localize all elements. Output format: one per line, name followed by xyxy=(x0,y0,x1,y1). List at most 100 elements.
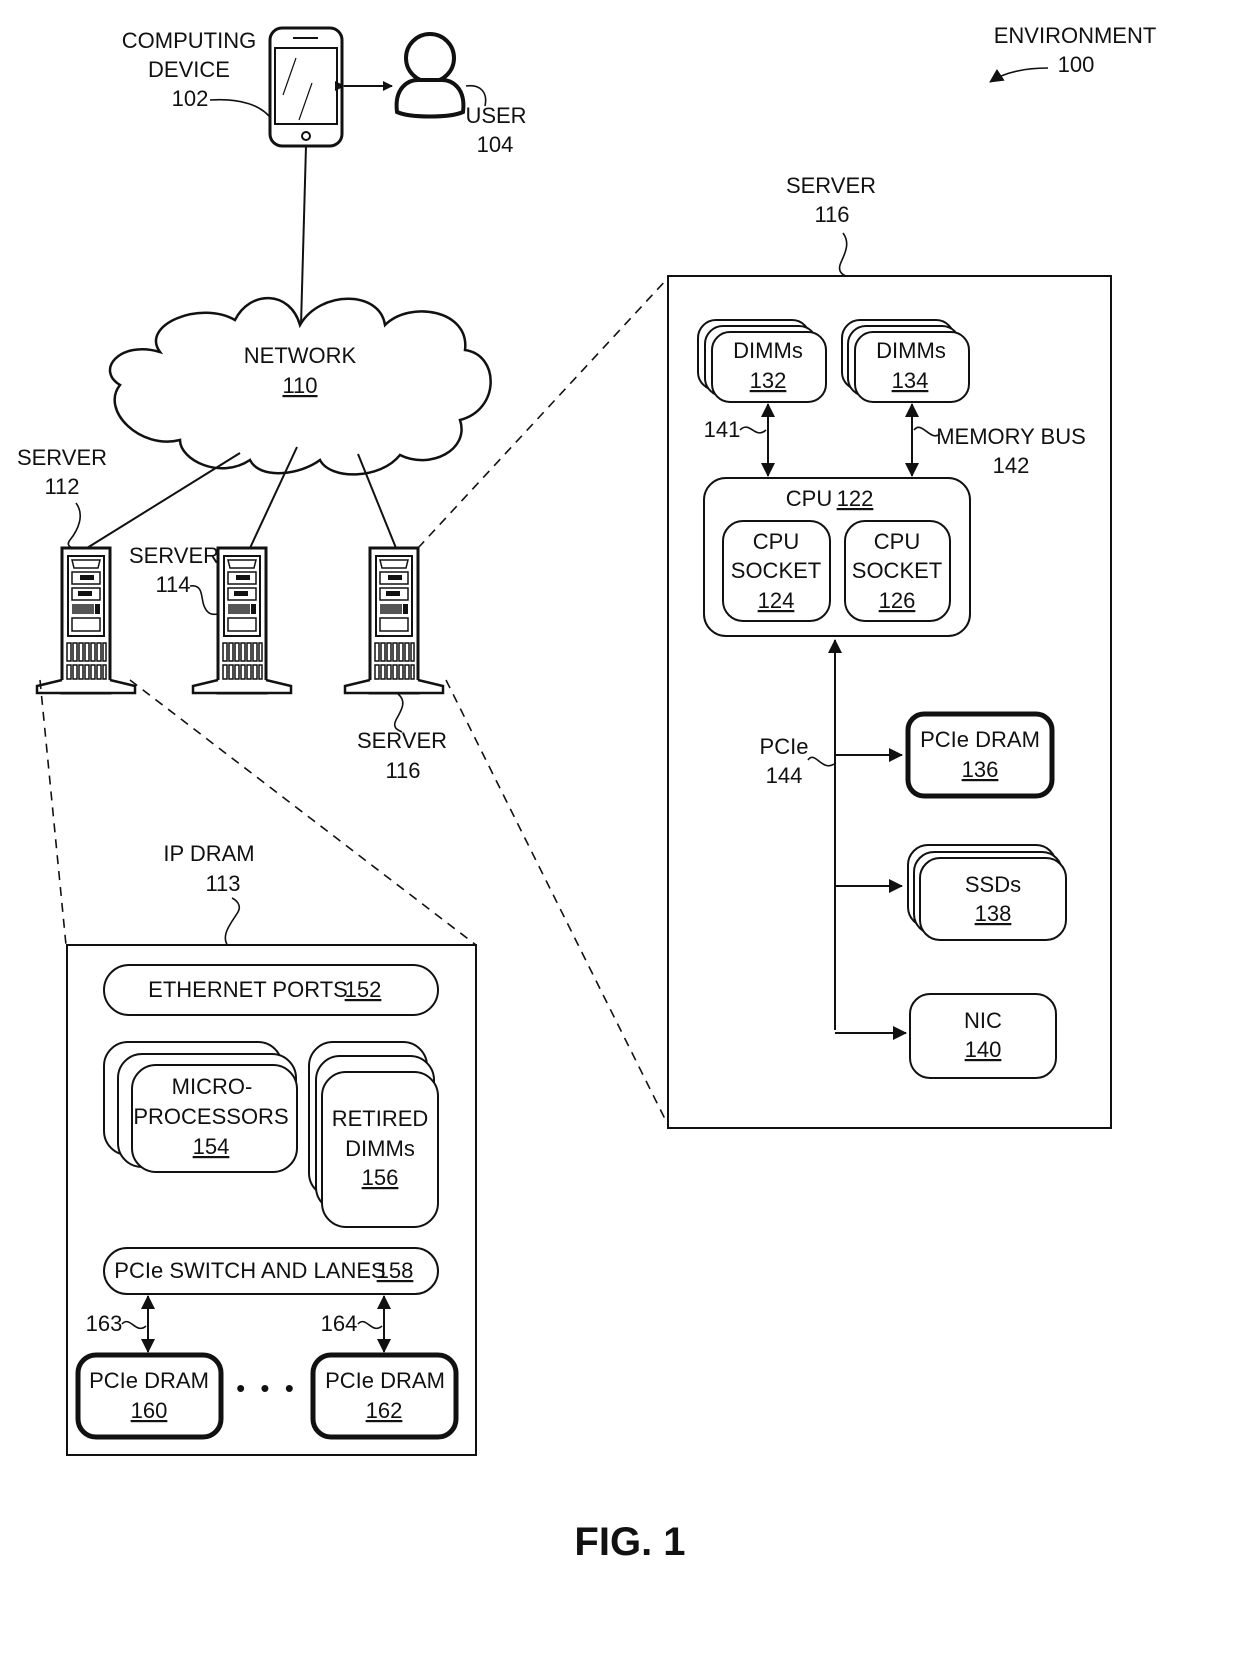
link-164-ref: 164 xyxy=(321,1311,358,1336)
microprocessors-ref: 154 xyxy=(193,1134,230,1159)
pcie-dram-162-ref: 162 xyxy=(366,1398,403,1423)
computing-device-ref: 102 xyxy=(172,86,209,111)
ethernet-label: ETHERNET PORTS xyxy=(148,977,348,1002)
cpu-ref: 122 xyxy=(837,486,874,511)
ssds-label: SSDs xyxy=(965,872,1021,897)
server-tower-icon xyxy=(343,546,445,695)
pcie-dram-162-label: PCIe DRAM xyxy=(325,1368,445,1393)
dimms-132: DIMMs 132 xyxy=(697,319,827,403)
dimms-132-ref: 132 xyxy=(750,368,787,393)
ellipsis: • • • xyxy=(236,1373,298,1403)
ethernet-ref: 152 xyxy=(345,977,382,1002)
environment-label: ENVIRONMENT 100 xyxy=(989,23,1157,83)
socket-126-line1: CPU xyxy=(874,529,920,554)
server-detail-title: SERVER xyxy=(786,173,876,198)
user-label: USER xyxy=(465,103,526,128)
ip-dram-title: IP DRAM xyxy=(163,841,254,866)
pcie-switch-ref: 158 xyxy=(377,1258,414,1283)
pcie-switch-158: PCIe SWITCH AND LANES 158 xyxy=(103,1247,439,1295)
computing-device-label-2: DEVICE xyxy=(148,57,230,82)
cpu-122: CPU 122 CPU SOCKET 124 CPU SOCKET 126 xyxy=(703,477,971,637)
environment-diagram: ENVIRONMENT 100 COMPUTING DEVICE 102 USE… xyxy=(17,23,1157,1564)
ssds-138: SSDs 138 xyxy=(907,844,1067,941)
network-ref: 110 xyxy=(282,373,317,398)
server-tower-icon xyxy=(35,546,137,695)
pcie-dram-160-label: PCIe DRAM xyxy=(89,1368,209,1393)
pcie-dram-136-ref: 136 xyxy=(962,757,999,782)
server-112-ref: 112 xyxy=(44,474,79,499)
link-163-ref: 163 xyxy=(86,1311,123,1336)
server-114: SERVER 114 xyxy=(129,543,293,695)
server-114-ref: 114 xyxy=(155,572,190,597)
nic-label: NIC xyxy=(964,1008,1002,1033)
pcie-dram-160: PCIe DRAM 160 xyxy=(75,1352,224,1440)
server-116-leader xyxy=(393,693,404,733)
zoom-line-server112-left xyxy=(39,679,67,946)
microprocessors-line1: MICRO- xyxy=(172,1074,253,1099)
server-116-detail: SERVER 116 DIMMs 132 DIMMs 134 141 MEMOR… xyxy=(667,173,1112,1129)
zoom-line-server116-bottom xyxy=(445,679,669,1126)
nic-ref: 140 xyxy=(965,1037,1002,1062)
retired-dimms-line2: DIMMs xyxy=(345,1136,415,1161)
pcie-label: PCIe xyxy=(760,734,809,759)
environment-ref: 100 xyxy=(1058,52,1095,77)
environment-title: ENVIRONMENT xyxy=(994,23,1157,48)
server-detail-ref: 116 xyxy=(814,202,849,227)
dimms-134-label: DIMMs xyxy=(876,338,946,363)
ip-dram-detail: IP DRAM 113 ETHERNET PORTS 152 MICRO- PR… xyxy=(66,841,477,1456)
ssds-ref: 138 xyxy=(975,901,1012,926)
retired-dimms-156: RETIRED DIMMs 156 xyxy=(308,1041,439,1228)
socket-126-line2: SOCKET xyxy=(852,558,942,583)
server-112-label: SERVER xyxy=(17,445,107,470)
retired-dimms-ref: 156 xyxy=(362,1165,399,1190)
server-116: SERVER 116 xyxy=(343,546,447,783)
computing-device-label-1: COMPUTING xyxy=(122,28,256,53)
pcie-ref: 144 xyxy=(766,763,803,788)
socket-124-line2: SOCKET xyxy=(731,558,821,583)
memory-bus-ref: 142 xyxy=(993,453,1030,478)
socket-124-ref: 124 xyxy=(758,588,795,613)
socket-126-ref: 126 xyxy=(879,588,916,613)
pcie-dram-136: PCIe DRAM 136 xyxy=(905,711,1055,799)
server-114-label: SERVER xyxy=(129,543,219,568)
cpu-label: CPU xyxy=(786,486,832,511)
socket-124-line1: CPU xyxy=(753,529,799,554)
nic-140: NIC 140 xyxy=(909,993,1057,1079)
zoom-line-server112-right xyxy=(129,679,477,946)
server-116-label: SERVER xyxy=(357,728,447,753)
user-ref: 104 xyxy=(477,132,514,157)
ethernet-ports-152: ETHERNET PORTS 152 xyxy=(103,964,439,1016)
user-icon xyxy=(394,32,466,119)
dimms-134: DIMMs 134 xyxy=(841,319,970,403)
memory-bus-label: MEMORY BUS xyxy=(936,424,1086,449)
server-112: SERVER 112 xyxy=(17,445,137,695)
microprocessors-line2: PROCESSORS xyxy=(133,1104,288,1129)
pcie-dram-160-ref: 160 xyxy=(131,1398,168,1423)
server-112-leader xyxy=(67,502,81,549)
retired-dimms-line1: RETIRED xyxy=(332,1106,429,1131)
environment-arrow xyxy=(989,67,1049,83)
figure-caption: FIG. 1 xyxy=(574,1520,685,1564)
network: NETWORK 110 xyxy=(108,296,492,476)
pcie-dram-136-label: PCIe DRAM xyxy=(920,727,1040,752)
link-141-ref: 141 xyxy=(704,417,741,442)
computing-device: COMPUTING DEVICE 102 xyxy=(122,26,344,148)
cpu-socket-124: CPU SOCKET 124 xyxy=(722,520,831,622)
ip-dram-ref: 113 xyxy=(205,871,240,896)
ip-dram-leader xyxy=(224,897,241,947)
server-detail-leader xyxy=(838,232,848,277)
pcie-switch-label: PCIe SWITCH AND LANES xyxy=(114,1258,385,1283)
server-114-leader xyxy=(189,585,219,616)
dimms-132-label: DIMMs xyxy=(733,338,803,363)
user: USER 104 xyxy=(394,32,527,157)
smartphone-icon xyxy=(268,26,344,148)
server-tower-icon xyxy=(191,546,293,695)
dimms-134-ref: 134 xyxy=(892,368,929,393)
pcie-dram-162: PCIe DRAM 162 xyxy=(310,1352,459,1440)
network-server112-link xyxy=(86,452,241,549)
device-network-link xyxy=(300,145,307,326)
server-116-ref: 116 xyxy=(385,758,420,783)
network-label: NETWORK xyxy=(244,343,357,368)
cpu-socket-126: CPU SOCKET 126 xyxy=(844,520,951,622)
computing-device-leader xyxy=(209,98,273,121)
